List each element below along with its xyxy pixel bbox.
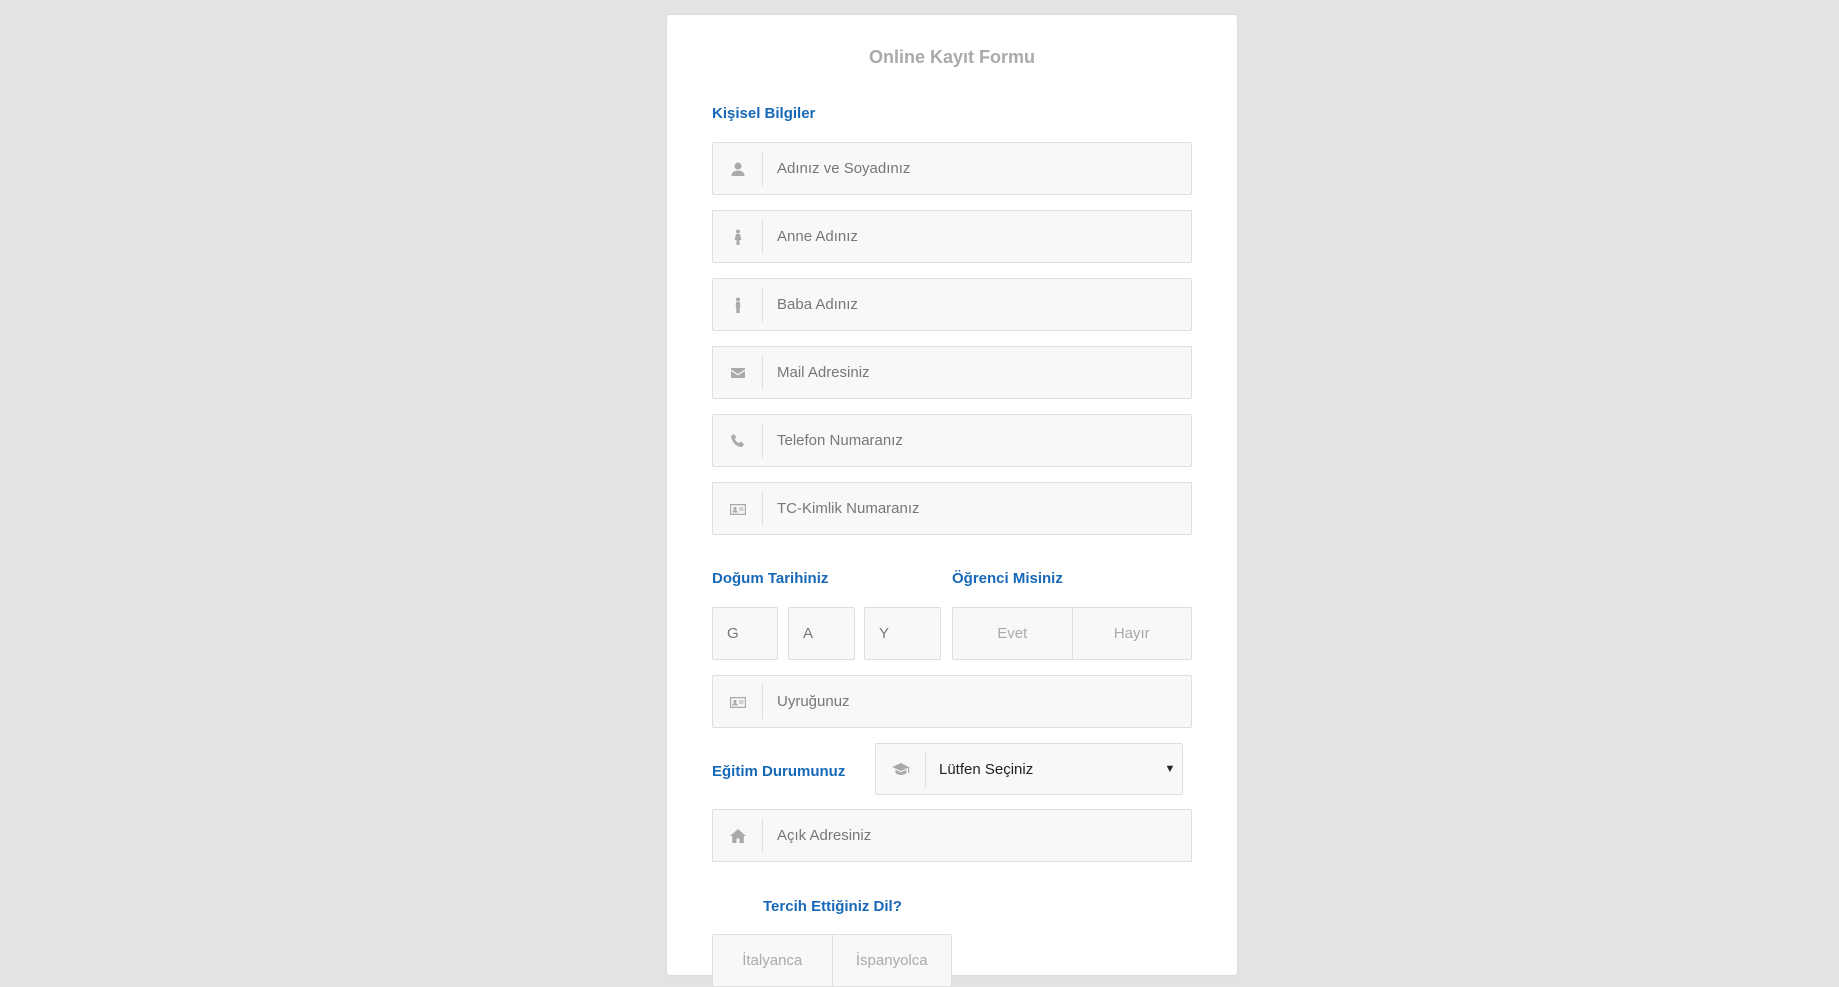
- female-icon: [713, 219, 763, 254]
- birth-year-input[interactable]: [865, 608, 940, 659]
- phone-icon: [713, 423, 763, 458]
- education-select[interactable]: Lütfen Seçiniz ▼: [875, 743, 1183, 795]
- mother-name-input[interactable]: [763, 211, 1191, 262]
- personal-section-heading: Kişisel Bilgiler: [712, 105, 816, 122]
- email-field: [712, 346, 1192, 399]
- email-input[interactable]: [763, 347, 1191, 398]
- full-name-field: [712, 142, 1192, 195]
- language-option-italian[interactable]: İtalyanca: [713, 935, 832, 986]
- student-label: Öğrenci Misiniz: [952, 570, 1063, 587]
- address-input[interactable]: [763, 810, 1191, 861]
- tc-id-field: [712, 482, 1192, 535]
- father-name-field: [712, 278, 1192, 331]
- full-name-input[interactable]: [763, 143, 1191, 194]
- envelope-icon: [713, 355, 763, 390]
- nationality-input[interactable]: [763, 676, 1191, 727]
- birth-month-input[interactable]: [789, 608, 854, 659]
- form-title: Online Kayıt Formu: [868, 47, 1036, 67]
- caret-down-icon: ▼: [1164, 763, 1176, 775]
- student-toggle: Evet Hayır: [952, 607, 1192, 660]
- birth-date-label: Doğum Tarihiniz: [712, 570, 829, 587]
- education-selected-value: Lütfen Seçiniz: [939, 760, 1034, 778]
- language-toggle: İtalyanca İspanyolca: [712, 934, 952, 987]
- birth-day-input[interactable]: [713, 608, 777, 659]
- mother-name-field: [712, 210, 1192, 263]
- student-yes-option[interactable]: Evet: [953, 608, 1072, 659]
- phone-field: [712, 414, 1192, 467]
- home-icon: [713, 818, 763, 853]
- language-label: Tercih Ettiğiniz Dil?: [763, 898, 902, 915]
- user-icon: [713, 151, 763, 186]
- education-label: Eğitim Durumunuz: [712, 763, 846, 780]
- birth-year-box: [864, 607, 941, 660]
- tc-id-input[interactable]: [763, 483, 1191, 534]
- father-name-input[interactable]: [763, 279, 1191, 330]
- male-icon: [713, 287, 763, 322]
- birth-day-box: [712, 607, 778, 660]
- nationality-field: [712, 675, 1192, 728]
- student-no-option[interactable]: Hayır: [1071, 608, 1192, 659]
- birth-month-box: [788, 607, 855, 660]
- address-field: [712, 809, 1192, 862]
- id-card-icon: [713, 491, 763, 526]
- graduation-cap-icon: [876, 751, 926, 787]
- phone-input[interactable]: [763, 415, 1191, 466]
- language-option-spanish[interactable]: İspanyolca: [831, 935, 952, 986]
- registration-form-card: Online Kayıt Formu Kişisel Bilgiler Adın…: [667, 15, 1237, 987]
- id-card-icon: [713, 684, 763, 719]
